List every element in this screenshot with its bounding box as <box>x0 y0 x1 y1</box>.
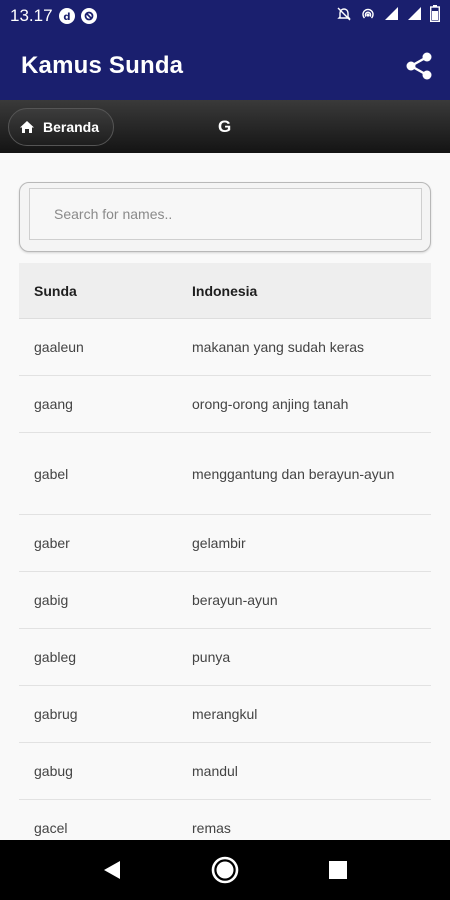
cell-indonesia: orong-orong anjing tanah <box>192 396 349 412</box>
share-icon <box>406 52 432 80</box>
home-button[interactable]: Beranda <box>8 107 115 146</box>
cell-sunda: gaang <box>34 396 73 412</box>
cell-indonesia: punya <box>192 649 231 665</box>
table-row[interactable]: gabel menggantung dan berayun-ayun <box>19 433 431 515</box>
table-row[interactable]: gaang orong-orong anjing tanah <box>19 376 431 433</box>
app-title: Kamus Sunda <box>21 52 184 79</box>
recents-icon <box>329 861 347 879</box>
notification-d-icon: d <box>58 8 75 24</box>
battery-icon <box>429 5 441 27</box>
table-row[interactable]: gabrug merangkul <box>19 686 431 743</box>
hotspot-icon <box>360 6 376 27</box>
status-time: 13.17 <box>10 6 53 25</box>
table-row[interactable]: gableg punya <box>19 629 431 686</box>
share-button[interactable] <box>402 49 436 83</box>
column-header-indonesia: Indonesia <box>192 282 258 299</box>
cell-indonesia: makanan yang sudah keras <box>192 339 364 355</box>
cell-indonesia: mandul <box>192 763 238 779</box>
dictionary-table: Sunda Indonesia gaaleun makanan yang sud… <box>19 263 431 857</box>
table-header: Sunda Indonesia <box>19 263 431 319</box>
cell-sunda: gabig <box>34 592 69 608</box>
cell-sunda: gableg <box>34 649 77 665</box>
nav-back-button[interactable] <box>96 854 128 886</box>
signal-icon <box>407 6 422 26</box>
nav-recents-button[interactable] <box>322 854 354 886</box>
back-icon <box>104 861 120 879</box>
cell-sunda: gabrug <box>34 706 78 722</box>
notification-circle-icon <box>80 8 97 24</box>
cell-sunda: gaaleun <box>34 339 84 355</box>
cell-indonesia: gelambir <box>192 535 246 551</box>
cell-indonesia: berayun-ayun <box>192 592 278 608</box>
cell-indonesia: merangkul <box>192 706 258 722</box>
status-bar: 13.17 d <box>0 0 450 32</box>
search-input[interactable] <box>29 188 422 240</box>
table-row[interactable]: gabig berayun-ayun <box>19 572 431 629</box>
home-icon <box>20 120 34 133</box>
table-row[interactable]: gaber gelambir <box>19 515 431 572</box>
home-circle-icon <box>211 856 239 884</box>
cell-sunda: gabug <box>34 763 73 779</box>
table-row[interactable]: gaaleun makanan yang sudah keras <box>19 319 431 376</box>
table-row[interactable]: gabug mandul <box>19 743 431 800</box>
cell-sunda: gaber <box>34 535 70 551</box>
column-header-sunda: Sunda <box>34 282 77 299</box>
mute-icon <box>336 6 352 27</box>
cell-sunda: gabel <box>34 465 69 482</box>
search-container <box>19 182 431 252</box>
app-bar: Kamus Sunda <box>0 32 450 100</box>
cell-indonesia: menggantung dan berayun-ayun <box>192 465 395 482</box>
svg-text:d: d <box>63 12 70 22</box>
cell-sunda: gacel <box>34 820 68 836</box>
system-nav-bar <box>0 840 450 900</box>
page-title: G <box>218 116 232 136</box>
cell-indonesia: remas <box>192 820 231 836</box>
wifi-icon <box>384 6 399 26</box>
nav-home-button[interactable] <box>209 854 241 886</box>
sub-header: Beranda G <box>0 100 450 153</box>
home-label: Beranda <box>43 118 100 135</box>
